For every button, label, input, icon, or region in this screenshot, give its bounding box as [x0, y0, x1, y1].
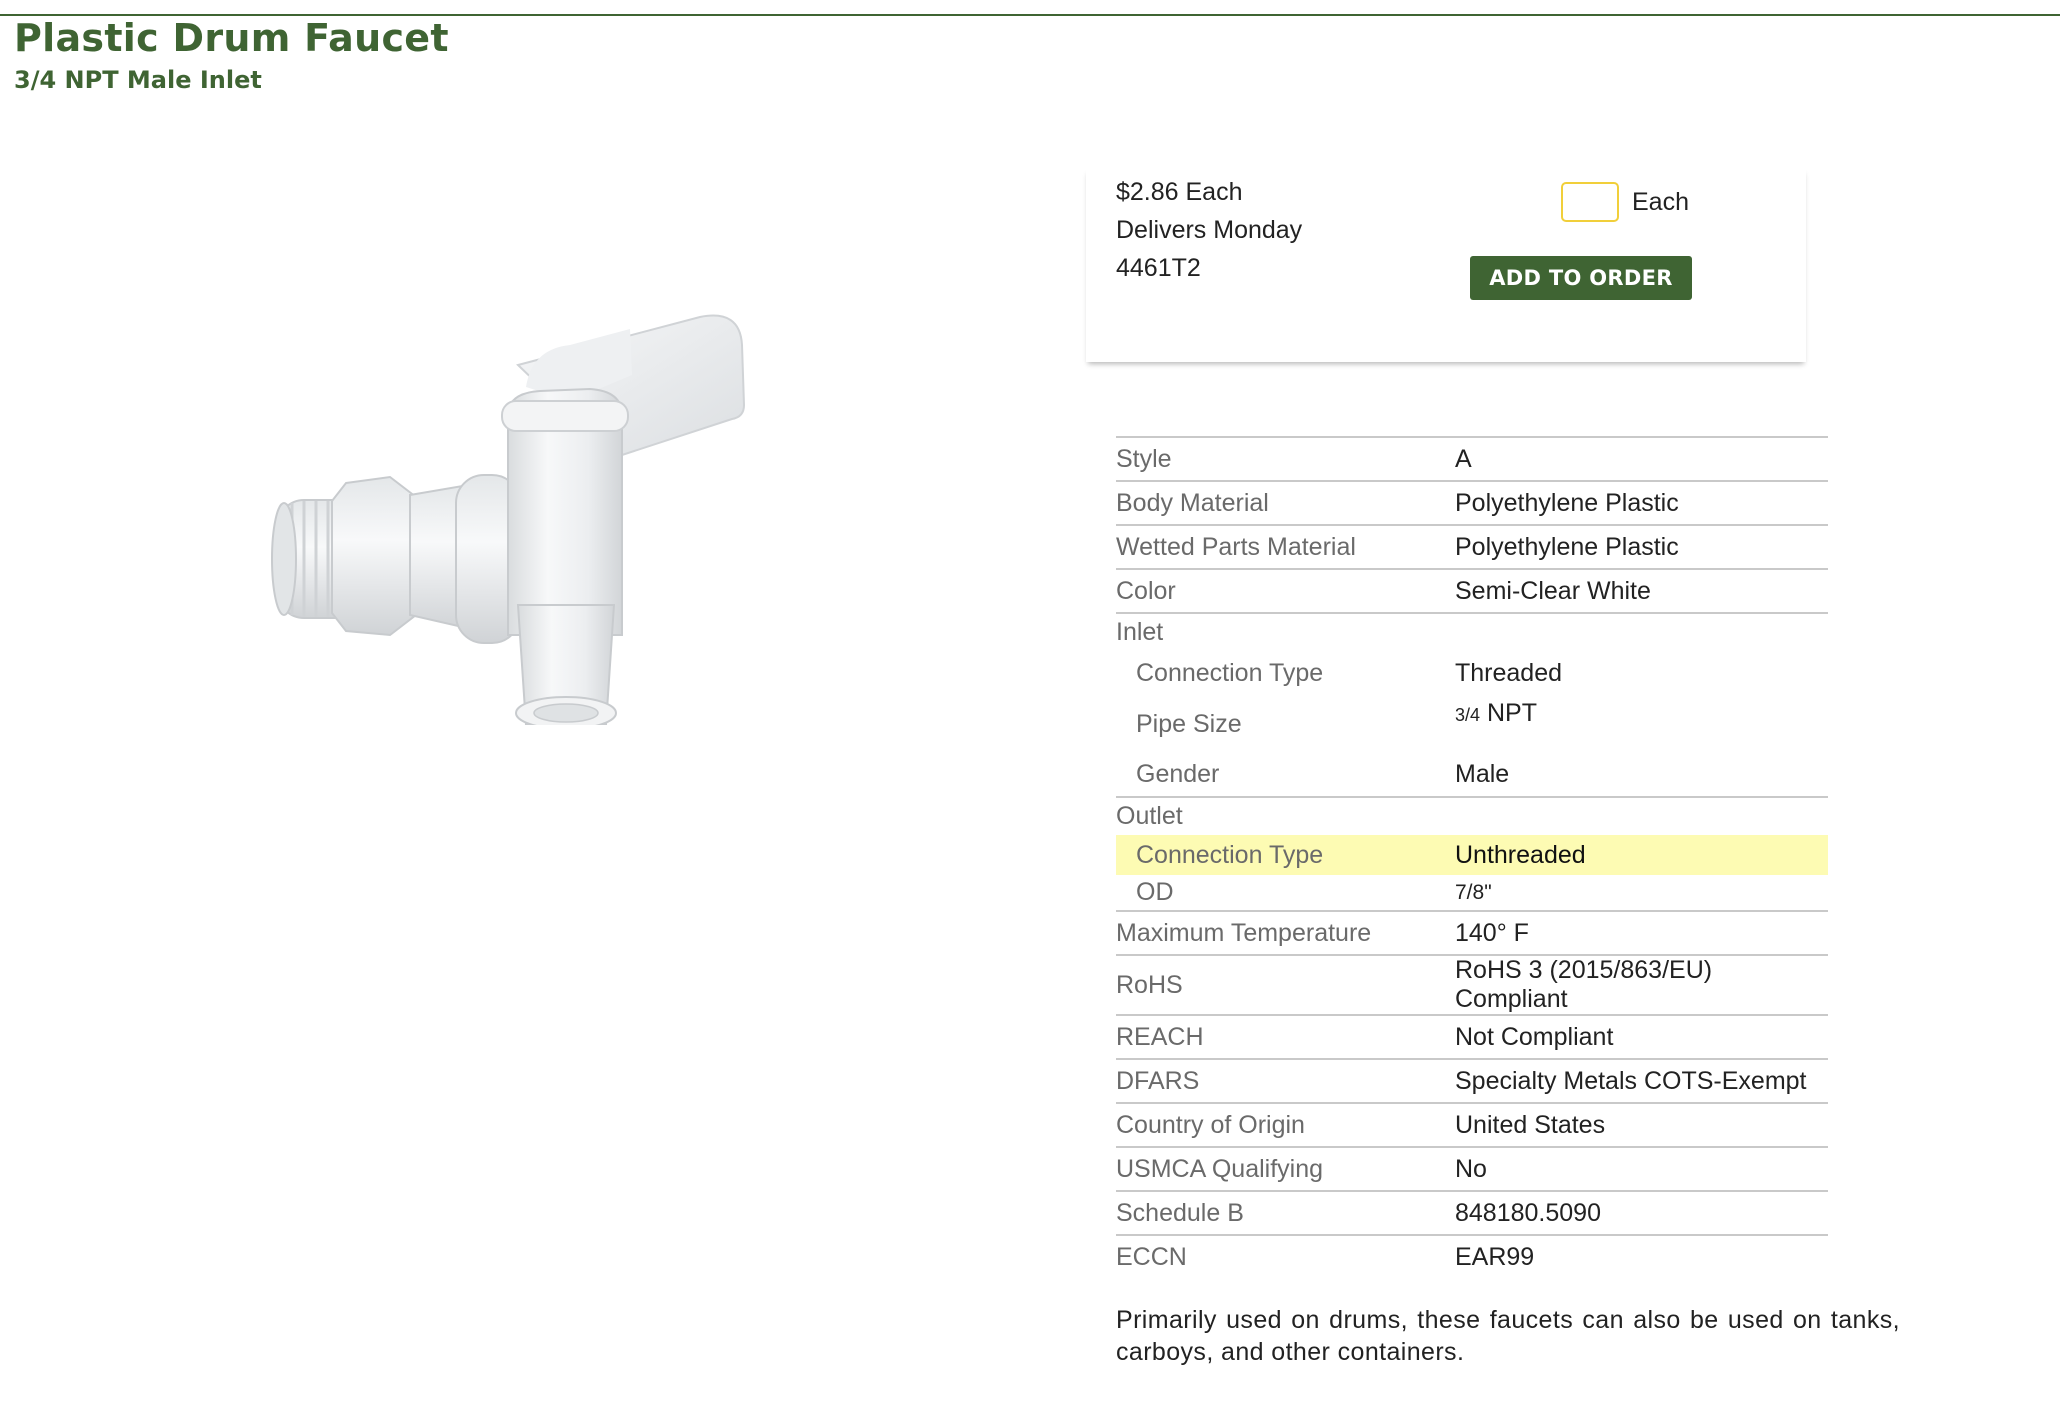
pipe-size-unit: NPT [1486, 699, 1537, 727]
spec-row-reach: REACH Not Compliant [1116, 1014, 1828, 1059]
spec-value: Specialty Metals COTS-Exempt [1455, 1058, 1828, 1103]
spec-label: Gender [1136, 760, 1220, 788]
spec-row-pipe-size: Pipe Size 3/4 NPT [1116, 695, 1828, 753]
spec-group-inlet: Inlet [1116, 612, 1828, 651]
spec-group-label: Inlet [1116, 612, 1828, 651]
page-subtitle: 3/4 NPT Male Inlet [14, 66, 262, 94]
specifications-table: Style A Body Material Polyethylene Plast… [1116, 436, 1828, 1279]
spec-label: REACH [1116, 1014, 1455, 1059]
spec-label: Maximum Temperature [1116, 910, 1455, 955]
spec-value: Semi-Clear White [1455, 568, 1828, 613]
pipe-size-fraction: 3/4 [1455, 705, 1481, 725]
spec-value: Polyethylene Plastic [1455, 524, 1828, 569]
spec-value: A [1455, 436, 1828, 481]
quantity-input[interactable] [1561, 182, 1619, 222]
spec-value: No [1455, 1146, 1828, 1191]
spec-row-gender: Gender Male [1116, 753, 1828, 797]
spec-label: Schedule B [1116, 1190, 1455, 1235]
spec-row-rohs: RoHS RoHS 3 (2015/863/EU) Compliant [1116, 954, 1828, 1015]
spec-value: Polyethylene Plastic [1455, 480, 1828, 525]
spec-value: 140° F [1455, 910, 1828, 955]
spec-group-label: Outlet [1116, 796, 1828, 835]
spec-row-eccn: ECCN EAR99 [1116, 1234, 1828, 1279]
spec-row-body-material: Body Material Polyethylene Plastic [1116, 480, 1828, 525]
spec-row-wetted-parts: Wetted Parts Material Polyethylene Plast… [1116, 524, 1828, 569]
spec-label: USMCA Qualifying [1116, 1146, 1455, 1191]
spec-label: Country of Origin [1116, 1102, 1455, 1147]
spec-label: Connection Type [1136, 658, 1324, 687]
spec-value: Male [1455, 760, 1510, 788]
spec-value: Not Compliant [1455, 1014, 1828, 1059]
spec-row-outlet-connection: Connection Type Unthreaded [1116, 835, 1828, 875]
spec-label: Pipe Size [1136, 709, 1242, 738]
spec-value: United States [1455, 1102, 1828, 1147]
spec-value: RoHS 3 (2015/863/EU) Compliant [1455, 954, 1828, 1015]
spec-row-max-temperature: Maximum Temperature 140° F [1116, 910, 1828, 955]
spec-value: 848180.5090 [1455, 1190, 1828, 1235]
spec-label: OD [1136, 878, 1174, 906]
spec-value: 3/4 NPT [1455, 695, 1828, 753]
spec-group-outlet: Outlet [1116, 796, 1828, 835]
price-text: $2.86 Each [1116, 178, 1243, 206]
spec-label: Connection Type [1116, 835, 1455, 875]
purchase-panel: $2.86 Each Delivers Monday 4461T2 Each A… [1086, 168, 1806, 362]
spec-label: DFARS [1116, 1058, 1455, 1103]
spec-value: EAR99 [1455, 1234, 1828, 1279]
spec-label: RoHS [1116, 954, 1455, 1015]
spec-label: Wetted Parts Material [1116, 524, 1455, 569]
page-title: Plastic Drum Faucet [14, 16, 449, 60]
spec-value: Unthreaded [1455, 835, 1828, 875]
drum-faucet-image [270, 305, 770, 730]
spec-row-od: OD 7/8" [1116, 875, 1828, 911]
spec-value: 7/8" [1455, 880, 1492, 904]
add-to-order-button[interactable]: ADD TO ORDER [1470, 256, 1692, 300]
spec-value: Threaded [1455, 658, 1563, 687]
spec-row-color: Color Semi-Clear White [1116, 568, 1828, 613]
spec-row-style: Style A [1116, 436, 1828, 481]
part-number: 4461T2 [1116, 254, 1201, 282]
product-description: Primarily used on drums, these faucets c… [1116, 1306, 1900, 1366]
spec-label: ECCN [1116, 1234, 1455, 1279]
spec-label: Style [1116, 436, 1455, 481]
spec-row-dfars: DFARS Specialty Metals COTS-Exempt [1116, 1058, 1828, 1103]
spec-label: Body Material [1116, 480, 1455, 525]
spec-row-schedule-b: Schedule B 848180.5090 [1116, 1190, 1828, 1235]
delivery-text: Delivers Monday [1116, 216, 1303, 244]
quantity-unit: Each [1632, 188, 1689, 216]
spec-row-usmca: USMCA Qualifying No [1116, 1146, 1828, 1191]
spec-row-country: Country of Origin United States [1116, 1102, 1828, 1147]
spec-label: Color [1116, 568, 1455, 613]
spec-row-inlet-connection: Connection Type Threaded [1116, 651, 1828, 695]
